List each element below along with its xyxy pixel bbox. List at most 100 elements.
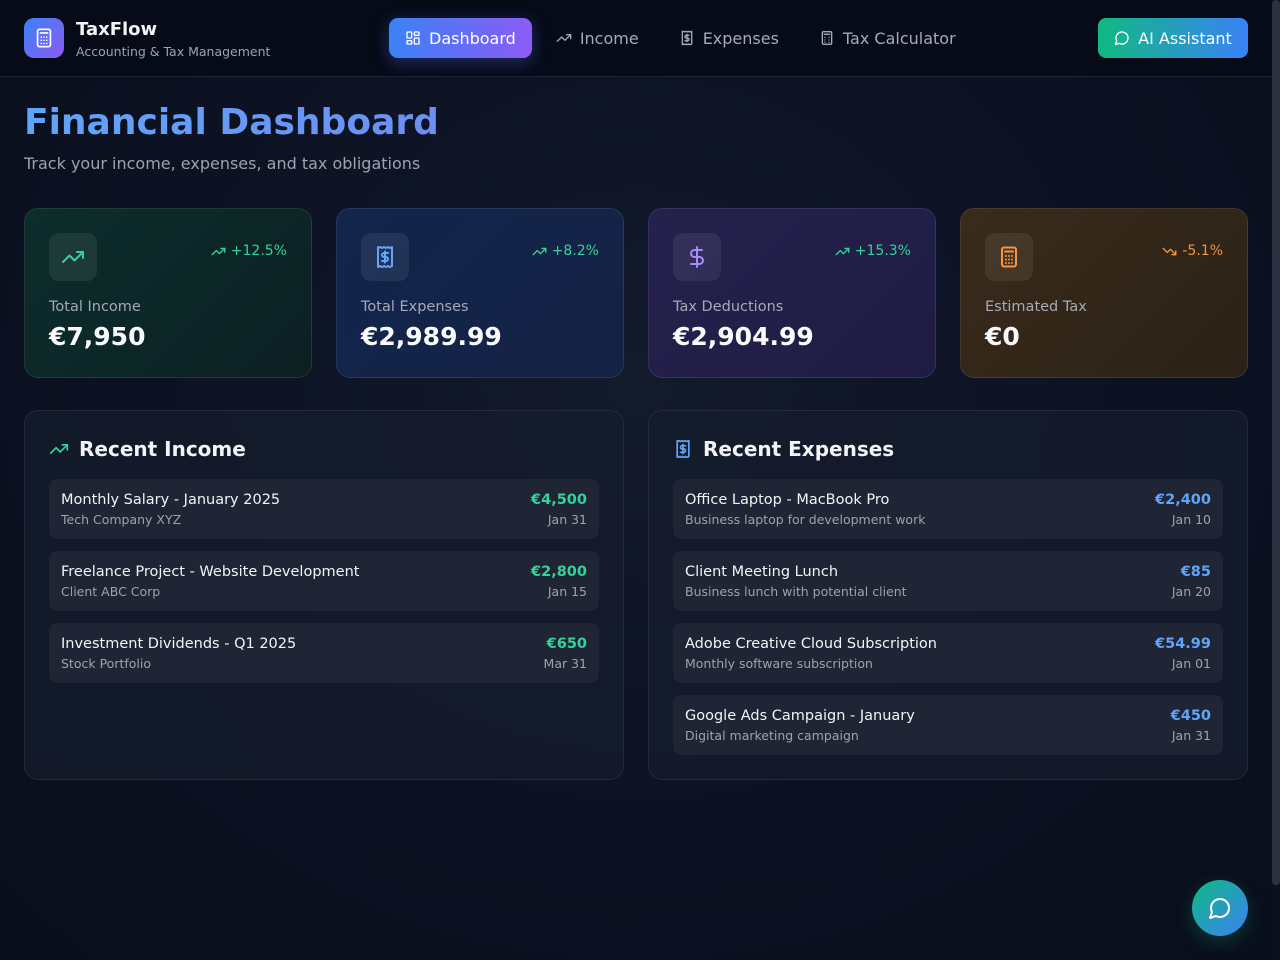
calculator-icon [997,245,1021,269]
trending-up-icon [49,439,69,459]
item-amount: €2,400 [1155,492,1211,508]
recent-income-panel: Recent Income Monthly Salary - January 2… [24,410,624,780]
item-amount: €85 [1180,564,1211,580]
item-amount: €650 [546,636,587,652]
nav-label: Tax Calculator [842,28,956,48]
income-list-item[interactable]: Investment Dividends - Q1 2025 Stock Por… [49,623,599,683]
stat-trend-value: -5.1% [1182,243,1223,259]
app-logo[interactable] [24,18,64,58]
stat-value: €2,989.99 [361,322,502,351]
item-description: Business laptop for development work [685,512,926,527]
app-subtitle: Accounting & Tax Management [76,44,271,59]
income-list-item[interactable]: Monthly Salary - January 2025 Tech Compa… [49,479,599,539]
stat-icon-tile [985,233,1033,281]
item-amount: €54.99 [1155,636,1211,652]
receipt-icon [373,245,397,269]
recent-expenses-panel: Recent Expenses Office Laptop - MacBook … [648,410,1248,780]
trending-up-icon [532,244,547,259]
item-amount: €2,800 [531,564,587,580]
item-source: Client ABC Corp [61,584,161,599]
item-date: Mar 31 [543,656,587,671]
stat-trend: -5.1% [1162,243,1223,259]
stat-value: €0 [985,322,1020,351]
panel-header: Recent Income [49,437,246,461]
page-title: Financial Dashboard [24,102,439,143]
page-scrollbar-thumb[interactable] [1272,0,1280,885]
item-description: Digital marketing campaign [685,728,859,743]
expense-list-item[interactable]: Adobe Creative Cloud Subscription Monthl… [673,623,1223,683]
item-description: Monthly software subscription [685,656,873,671]
nav-item-tax-calculator[interactable]: Tax Calculator [803,18,972,58]
ai-assistant-label: AI Assistant [1138,28,1232,48]
stat-trend: +8.2% [532,243,599,259]
item-date: Jan 01 [1171,656,1211,671]
stat-value: €7,950 [49,322,146,351]
chat-icon [1208,896,1232,920]
item-title: Investment Dividends - Q1 2025 [61,636,297,652]
item-date: Jan 31 [547,512,587,527]
stat-value: €2,904.99 [673,322,814,351]
stat-label: Estimated Tax [985,299,1087,315]
expense-list-item[interactable]: Office Laptop - MacBook Pro Business lap… [673,479,1223,539]
expense-list-item[interactable]: Google Ads Campaign - January Digital ma… [673,695,1223,755]
calculator-icon [819,30,835,46]
panel-title: Recent Income [79,437,246,461]
nav-label: Expenses [702,28,779,48]
stat-label: Total Expenses [361,299,469,315]
stat-card-estimated-tax: -5.1% Estimated Tax €0 [960,208,1248,378]
chat-icon [1114,30,1130,46]
stat-trend: +15.3% [835,243,911,259]
stat-trend-value: +8.2% [551,243,599,259]
panel-title: Recent Expenses [703,437,895,461]
item-title: Monthly Salary - January 2025 [61,492,281,508]
app-name: TaxFlow [76,19,158,40]
item-date: Jan 31 [1171,728,1211,743]
trending-down-icon [1162,244,1177,259]
expense-list-item[interactable]: Client Meeting Lunch Business lunch with… [673,551,1223,611]
nav-item-expenses[interactable]: Expenses [663,18,795,58]
trending-up-icon [61,245,85,269]
chat-fab-button[interactable] [1192,880,1248,936]
stat-label: Tax Deductions [673,299,784,315]
top-navigation-bar: TaxFlow Accounting & Tax Management Dash… [0,0,1272,77]
stat-card-total-income: +12.5% Total Income €7,950 [24,208,312,378]
nav-item-dashboard[interactable]: Dashboard [389,18,532,58]
item-title: Adobe Creative Cloud Subscription [685,636,937,652]
stat-icon-tile [361,233,409,281]
item-title: Office Laptop - MacBook Pro [685,492,890,508]
receipt-icon [679,30,695,46]
nav-label: Dashboard [429,28,516,48]
trending-up-icon [556,30,572,46]
item-source: Stock Portfolio [61,656,151,671]
item-amount: €450 [1170,708,1211,724]
stat-trend-value: +15.3% [854,243,911,259]
stat-trend-value: +12.5% [230,243,287,259]
nav-label: Income [579,28,639,48]
stat-icon-tile [49,233,97,281]
stat-icon-tile [673,233,721,281]
item-source: Tech Company XYZ [61,512,182,527]
item-date: Jan 20 [1171,584,1211,599]
stat-trend: +12.5% [211,243,287,259]
stat-label: Total Income [49,299,141,315]
stat-card-total-expenses: +8.2% Total Expenses €2,989.99 [336,208,624,378]
page-subtitle: Track your income, expenses, and tax obl… [24,154,421,173]
trending-up-icon [835,244,850,259]
nav-item-income[interactable]: Income [540,18,655,58]
receipt-icon [673,439,693,459]
item-title: Google Ads Campaign - January [685,708,915,724]
main-nav: Dashboard Income Expenses Tax Calculator [389,18,980,58]
stat-card-tax-deductions: +15.3% Tax Deductions €2,904.99 [648,208,936,378]
income-list-item[interactable]: Freelance Project - Website Development … [49,551,599,611]
calculator-icon [33,27,55,49]
panel-header: Recent Expenses [673,437,894,461]
dashboard-icon [405,30,421,46]
ai-assistant-button[interactable]: AI Assistant [1098,18,1248,58]
item-title: Freelance Project - Website Development [61,564,360,580]
item-description: Business lunch with potential client [685,584,907,599]
income-list: Monthly Salary - January 2025 Tech Compa… [49,479,599,695]
item-amount: €4,500 [531,492,587,508]
dollar-icon [685,245,709,269]
item-date: Jan 15 [547,584,587,599]
trending-up-icon [211,244,226,259]
